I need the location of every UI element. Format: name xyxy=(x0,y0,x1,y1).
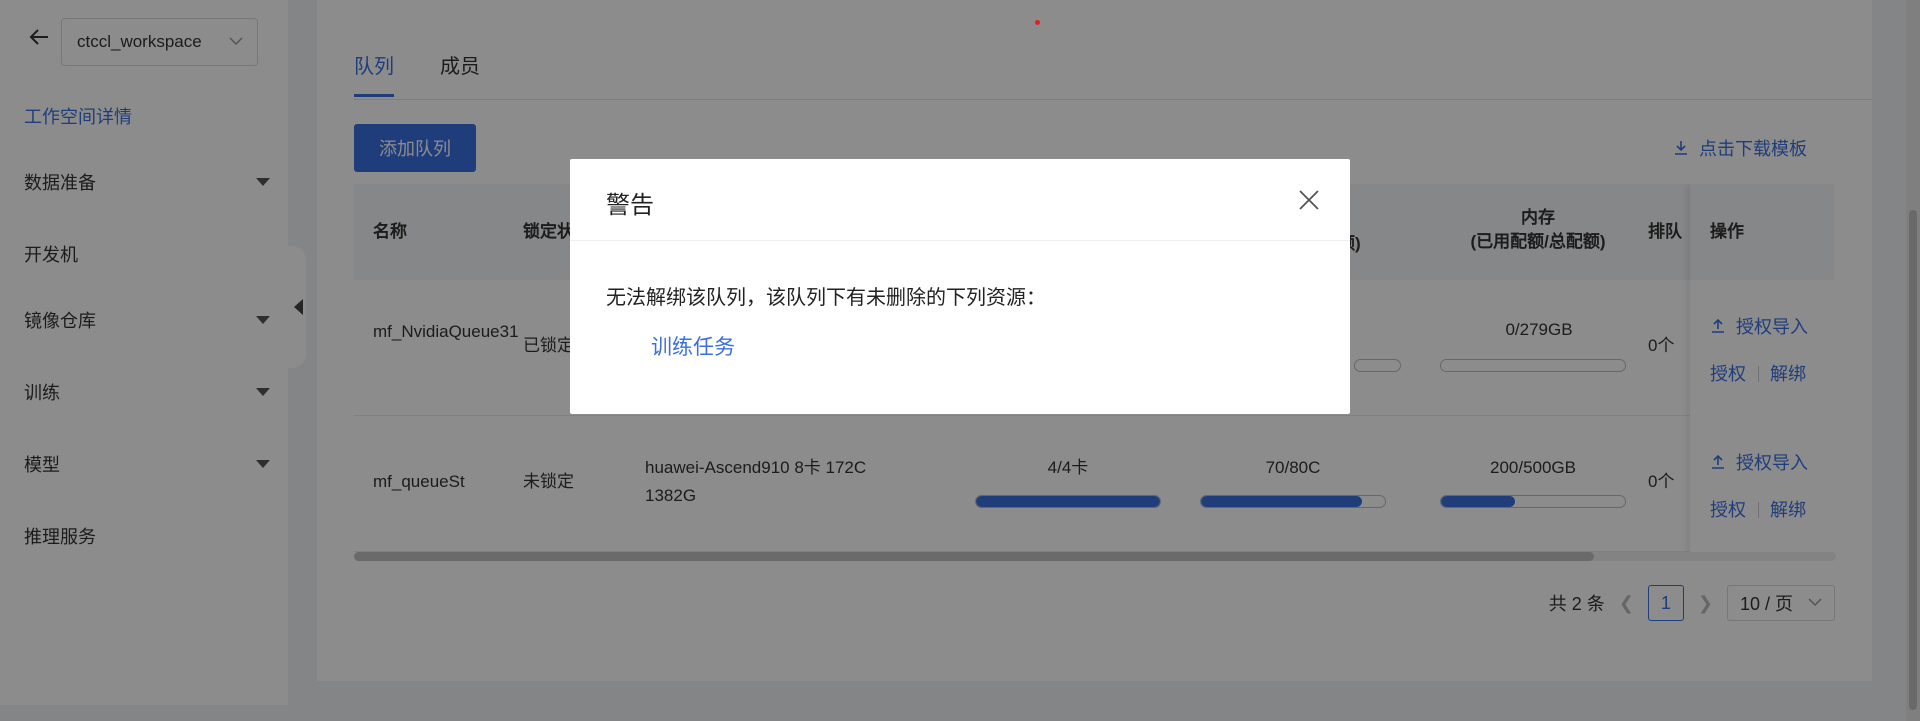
dialog-title: 警告 xyxy=(606,192,654,219)
training-task-link[interactable]: 训练任务 xyxy=(651,331,735,361)
warning-dialog: 警告 无法解绑该队列，该队列下有未删除的下列资源： 训练任务 xyxy=(570,159,1350,414)
notification-dot xyxy=(1035,20,1040,25)
close-icon[interactable] xyxy=(1298,189,1320,211)
dialog-header: 警告 xyxy=(570,159,1350,241)
dialog-message: 无法解绑该队列，该队列下有未删除的下列资源： xyxy=(606,287,1046,309)
